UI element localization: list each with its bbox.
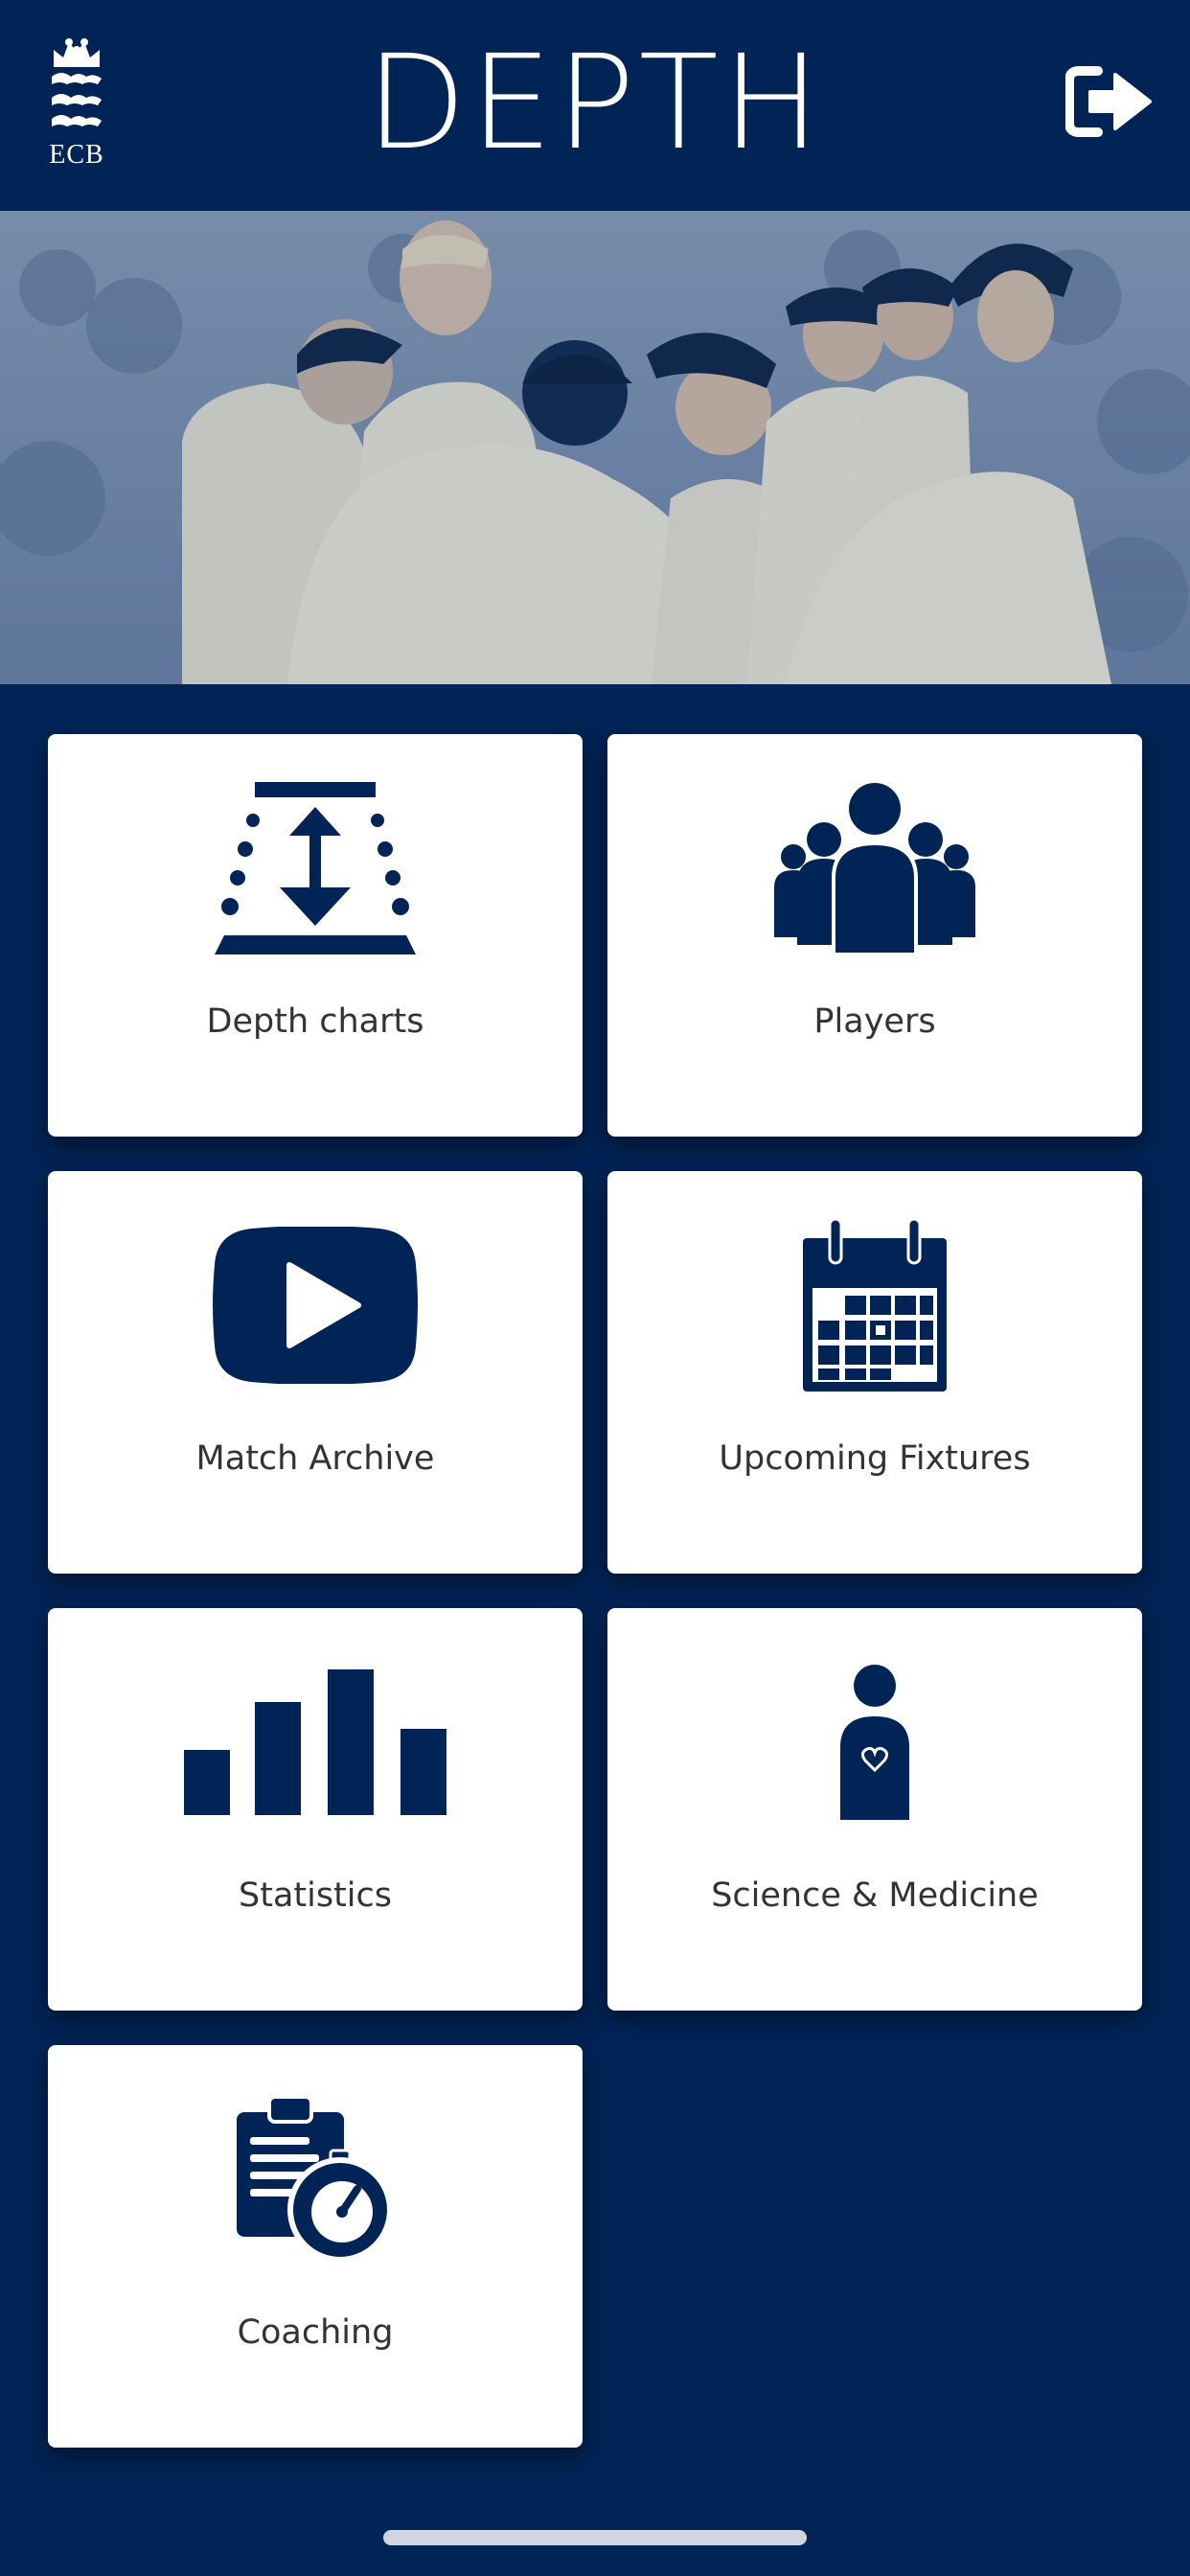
tile-label: Depth charts (206, 1002, 424, 1041)
tile-label: Coaching (237, 2313, 394, 2352)
app-header: ECB DEPTH (0, 0, 1190, 211)
tile-coaching[interactable]: Coaching (48, 2045, 583, 2448)
play-video-icon (48, 1209, 583, 1401)
bar-chart-icon (48, 1646, 583, 1838)
logout-button[interactable] (1064, 65, 1154, 138)
tile-label: Match Archive (195, 1439, 435, 1478)
home-indicator[interactable] (383, 2530, 807, 2545)
tile-label: Players (813, 1002, 936, 1041)
clipboard-stopwatch-icon (48, 2083, 583, 2275)
tile-upcoming-fixtures[interactable]: Upcoming Fixtures (607, 1171, 1142, 1574)
logout-icon (1064, 66, 1152, 137)
tile-statistics[interactable]: Statistics (48, 1608, 583, 2011)
calendar-icon (607, 1209, 1142, 1401)
tile-label: Science & Medicine (711, 1876, 1039, 1915)
tile-label: Statistics (239, 1876, 392, 1915)
players-icon (607, 772, 1142, 964)
app-title: DEPTH (365, 28, 824, 179)
tile-label: Upcoming Fixtures (719, 1439, 1031, 1478)
tile-science-medicine[interactable]: Science & Medicine (607, 1608, 1142, 2011)
hero-team-photo (0, 211, 1190, 684)
tile-match-archive[interactable]: Match Archive (48, 1171, 583, 1574)
tile-players[interactable]: Players (607, 734, 1142, 1137)
depth-chart-icon (48, 772, 583, 964)
person-heart-icon (607, 1646, 1142, 1838)
tile-depth-charts[interactable]: Depth charts (48, 734, 583, 1137)
